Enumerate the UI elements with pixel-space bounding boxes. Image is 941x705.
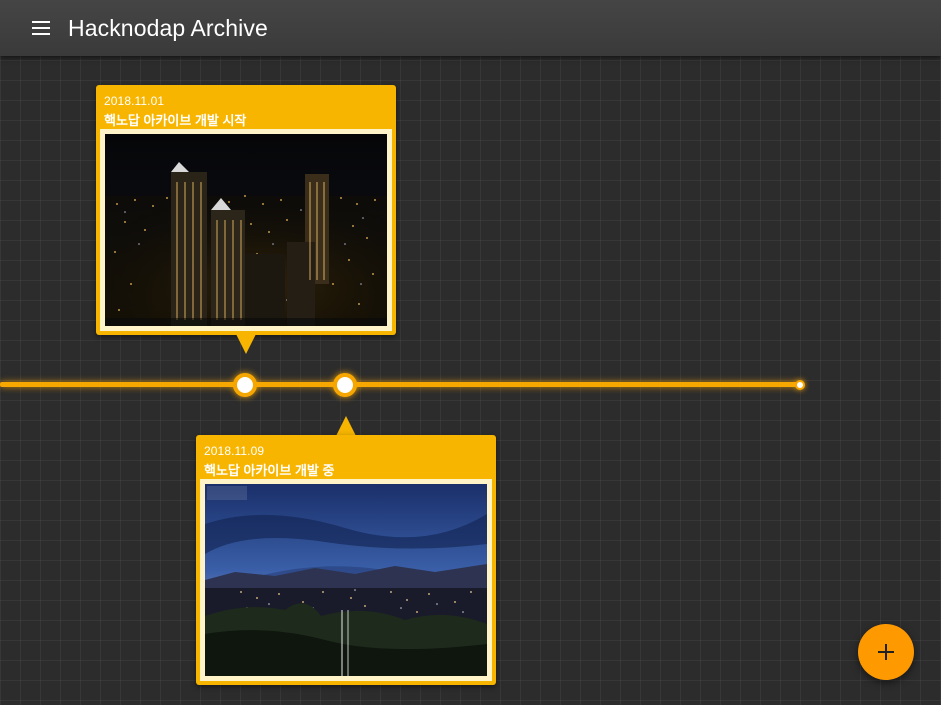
timeline-card-2[interactable]: 2018.11.09 핵노답 아카이브 개발 중 [196, 435, 496, 685]
app-title: Hacknodap Archive [68, 14, 268, 41]
event-date: 2018.11.09 [204, 444, 265, 458]
plus-icon [878, 644, 894, 660]
night-city-skyline-photo [105, 134, 387, 326]
event-title: 핵노답 아카이브 개발 중 [204, 463, 335, 478]
timeline-end-node [795, 380, 805, 390]
timeline-node-2[interactable] [333, 373, 357, 397]
dusk-city-panorama-photo [205, 484, 487, 676]
event-title: 핵노답 아카이브 개발 시작 [104, 113, 247, 128]
timeline-node-1[interactable] [233, 373, 257, 397]
add-button[interactable] [858, 624, 914, 680]
event-date: 2018.11.01 [104, 94, 165, 108]
event-photo-frame [100, 129, 392, 331]
card-pointer-2 [336, 416, 356, 436]
timeline-track [0, 382, 800, 387]
card-pointer-1 [236, 334, 256, 354]
timeline-card-1[interactable]: 2018.11.01 핵노답 아카이브 개발 시작 [96, 85, 396, 335]
event-photo-frame [200, 479, 492, 681]
menu-icon[interactable] [32, 16, 56, 40]
app-bar: Hacknodap Archive [0, 0, 941, 56]
